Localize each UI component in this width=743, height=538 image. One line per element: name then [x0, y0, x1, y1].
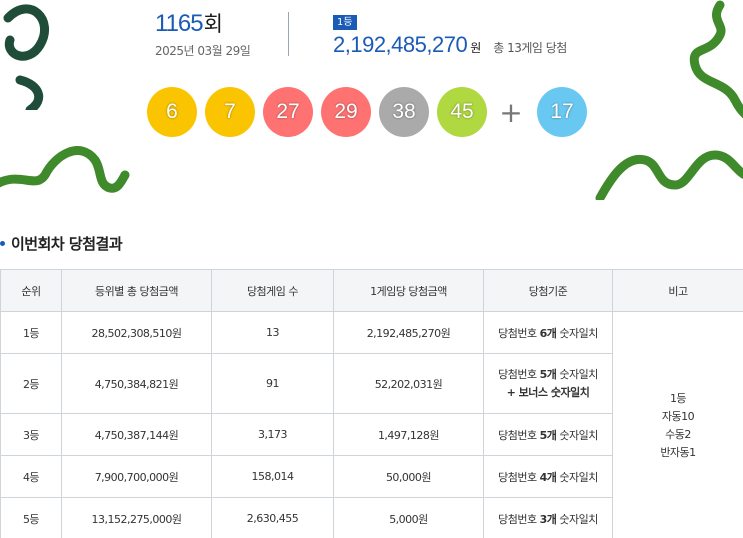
cell-total: 4,750,387,144원 [61, 413, 212, 456]
round-info: 1165 회 2025년 03월 29일 [155, 8, 275, 59]
header-total: 등위별 총 당첨금액 [61, 269, 212, 312]
cell-per-game: 52,202,031원 [333, 353, 484, 414]
draw-date: 2025년 03월 29일 [155, 44, 251, 58]
remark-line: 반자동1 [660, 445, 696, 459]
draw-banner: 1165 회 2025년 03월 29일 1등 2,192,485,270 원 … [0, 0, 743, 200]
first-prize-amount: 2,192,485,270 [333, 32, 468, 57]
cell-total: 7,900,700,000원 [61, 455, 212, 498]
cell-per-game: 5,000원 [333, 497, 484, 538]
results-table: 순위 등위별 총 당첨금액 당첨게임 수 1게임당 당첨금액 당첨기준 비고 1… [0, 269, 743, 538]
cell-criteria: 당첨번호 5개 숫자일치 + 보너스 숫자일치 [483, 353, 613, 414]
cell-games: 158,014 [211, 455, 334, 498]
table-row: 1등 28,502,308,510원 13 2,192,485,270원 당첨번… [0, 311, 743, 538]
vertical-divider [288, 12, 289, 56]
header-games: 당첨게임 수 [211, 269, 334, 312]
decoration-green-curve-left-icon [0, 146, 130, 193]
number-ball-1: 6 [147, 87, 197, 137]
cell-per-game: 1,497,128원 [333, 413, 484, 456]
winner-count: 총 13게임 당첨 [493, 41, 567, 55]
prize-unit: 원 [470, 41, 482, 55]
cell-rank: 2등 [0, 353, 62, 414]
bullet-icon [0, 241, 5, 246]
section-heading: 이번회차 당첨결과 [0, 233, 123, 254]
cell-rank: 1등 [0, 311, 62, 354]
remark-line: 자동10 [661, 409, 695, 423]
cell-per-game: 50,000원 [333, 455, 484, 498]
cell-criteria: 당첨번호 6개 숫자일치 [483, 311, 613, 354]
decoration-green-curve-right-icon [595, 150, 743, 200]
cell-criteria: 당첨번호 4개 숫자일치 [483, 455, 613, 498]
number-ball-3: 27 [263, 87, 313, 137]
cell-total: 13,152,275,000원 [61, 497, 212, 538]
bonus-ball: 17 [537, 87, 587, 137]
cell-rank: 5등 [0, 497, 62, 538]
plus-icon: + [499, 95, 523, 129]
cell-criteria: 당첨번호 5개 숫자일치 [483, 413, 613, 456]
cell-rank: 3등 [0, 413, 62, 456]
cell-total: 4,750,384,821원 [61, 353, 212, 414]
cell-games: 2,630,455 [211, 497, 334, 538]
cell-games: 13 [211, 311, 334, 354]
first-prize-info: 1등 2,192,485,270 원 총 13게임 당첨 [333, 10, 633, 58]
winning-numbers: 6 7 27 29 38 45 + 17 [147, 87, 607, 137]
remark-line: 1등 [669, 391, 687, 405]
number-ball-6: 45 [437, 87, 487, 137]
decoration-green-curl-right-icon [689, 0, 743, 119]
header-remark: 비고 [612, 269, 743, 312]
cell-rank: 4등 [0, 455, 62, 498]
header-per-game: 1게임당 당첨금액 [333, 269, 484, 312]
decoration-dark-curl-icon [3, 4, 50, 110]
cell-games: 91 [211, 353, 334, 414]
cell-remark: 1등 자동10 수동2 반자동1 [612, 311, 743, 538]
section-title: 이번회차 당첨결과 [11, 235, 123, 253]
cell-per-game: 2,192,485,270원 [333, 311, 484, 354]
cell-games: 3,173 [211, 413, 334, 456]
number-ball-5: 38 [379, 87, 429, 137]
round-suffix: 회 [203, 12, 223, 36]
number-ball-2: 7 [205, 87, 255, 137]
remark-line: 수동2 [665, 427, 691, 441]
cell-criteria: 당첨번호 3개 숫자일치 [483, 497, 613, 538]
header-criteria: 당첨기준 [483, 269, 613, 312]
header-rank: 순위 [0, 269, 62, 312]
cell-total: 28,502,308,510원 [61, 311, 212, 354]
table-header-row: 순위 등위별 총 당첨금액 당첨게임 수 1게임당 당첨금액 당첨기준 비고 [0, 269, 743, 312]
round-number: 1165 [155, 10, 204, 37]
number-ball-4: 29 [321, 87, 371, 137]
rank-badge: 1등 [333, 15, 357, 30]
